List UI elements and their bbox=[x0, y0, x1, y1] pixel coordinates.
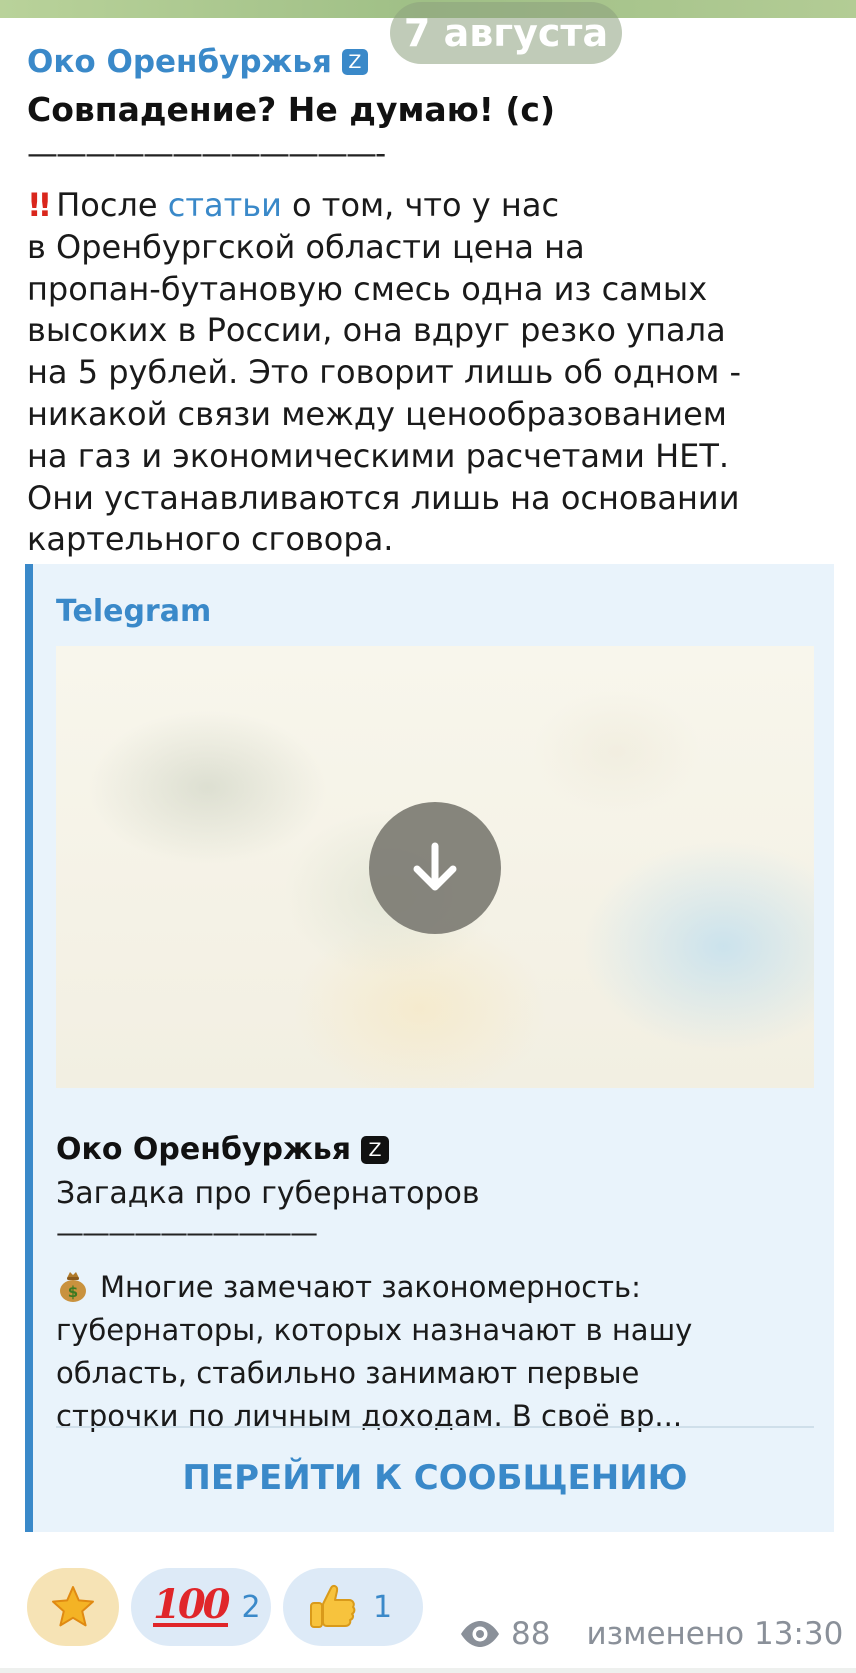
reaction-hundred[interactable]: 100 2 bbox=[131, 1568, 271, 1646]
preview-text-line: губернаторы, которых назначают в нашу bbox=[56, 1313, 693, 1347]
post-body-line: пропан-бутановую смесь одна из самых bbox=[27, 269, 708, 308]
title-separator: ————————————- bbox=[27, 136, 386, 172]
open-message-button[interactable]: ПЕРЕЙТИ К СООБЩЕНИЮ bbox=[56, 1430, 814, 1526]
edited-timestamp: изменено 13:30 bbox=[586, 1616, 844, 1652]
svg-text:$: $ bbox=[68, 1283, 78, 1301]
preview-text-first: Многие замечают закономерность: bbox=[100, 1270, 641, 1304]
channel-name[interactable]: Око Оренбуржья Z bbox=[27, 42, 368, 82]
post-body-line: на 5 рублей. Это говорит лишь об одном - bbox=[27, 353, 742, 392]
post-body-line: картельного сговора. bbox=[27, 520, 394, 559]
money-bag-icon: $ bbox=[60, 1272, 86, 1302]
post-body-line: высоких в России, она вдруг резко упала bbox=[27, 311, 726, 350]
preview-subtitle: Загадка про губернаторов bbox=[56, 1176, 480, 1211]
link-preview[interactable]: Telegram Око Оренбуржья Z Загадка про гу… bbox=[25, 564, 834, 1532]
eye-icon bbox=[461, 1621, 499, 1647]
hundred-points-icon: 100 bbox=[153, 1581, 230, 1628]
message-meta: 88 изменено 13:30 bbox=[459, 1614, 843, 1654]
post-body-line: !! После статьи о том, что у нас bbox=[27, 185, 827, 227]
preview-separator: —————————— bbox=[56, 1216, 318, 1249]
channel-name-text[interactable]: Око Оренбуржья bbox=[27, 44, 332, 80]
preview-text-line: область, стабильно занимают первые bbox=[56, 1356, 640, 1390]
article-link[interactable]: статьи bbox=[168, 186, 282, 224]
post-body-line: на газ и экономическими расчетами НЕТ. bbox=[27, 436, 730, 475]
preview-author-name: Око Оренбуржья bbox=[56, 1132, 352, 1167]
post-body-line: Они устанавливаются лишь на основании bbox=[27, 478, 740, 517]
post-title: Совпадение? Не думаю! (с) bbox=[27, 90, 556, 129]
post-body-line: никакой связи между ценообразованием bbox=[27, 394, 727, 433]
reaction-count: 1 bbox=[373, 1589, 393, 1625]
preview-author: Око Оренбуржья Z bbox=[56, 1132, 390, 1167]
thumbs-up-icon bbox=[310, 1584, 356, 1628]
reaction-count: 2 bbox=[241, 1589, 261, 1625]
post-body: !! После статьи о том, что у нас в Оренбу… bbox=[27, 185, 827, 561]
preview-text-line: $ Многие замечают закономерность: bbox=[56, 1266, 816, 1309]
message-bubble[interactable]: Око Оренбуржья Z Совпадение? Не думаю! (… bbox=[0, 18, 856, 1673]
post-body-lead: После bbox=[56, 186, 168, 224]
reaction-star[interactable] bbox=[27, 1568, 119, 1646]
preview-author-badge: Z bbox=[361, 1135, 390, 1164]
channel-badge: Z bbox=[341, 49, 368, 75]
double-exclamation-icon: !! bbox=[27, 186, 52, 224]
view-count: 88 bbox=[511, 1616, 551, 1652]
preview-text: $ Многие замечают закономерность: губерн… bbox=[56, 1266, 816, 1438]
preview-media-blurred[interactable] bbox=[56, 646, 814, 1088]
download-button[interactable] bbox=[369, 802, 501, 934]
download-arrow-icon bbox=[413, 842, 457, 891]
date-separator: 7 августа bbox=[390, 2, 622, 64]
reaction-thumbs-up[interactable]: 1 bbox=[283, 1568, 423, 1646]
preview-divider bbox=[56, 1426, 814, 1428]
post-body-line: в Оренбургской области цена на bbox=[27, 227, 585, 266]
post-body-lead-after: о том, что у нас bbox=[281, 186, 560, 224]
bubble-bottom-edge bbox=[0, 1668, 856, 1673]
star-icon bbox=[52, 1586, 94, 1627]
preview-site-name: Telegram bbox=[56, 594, 212, 629]
